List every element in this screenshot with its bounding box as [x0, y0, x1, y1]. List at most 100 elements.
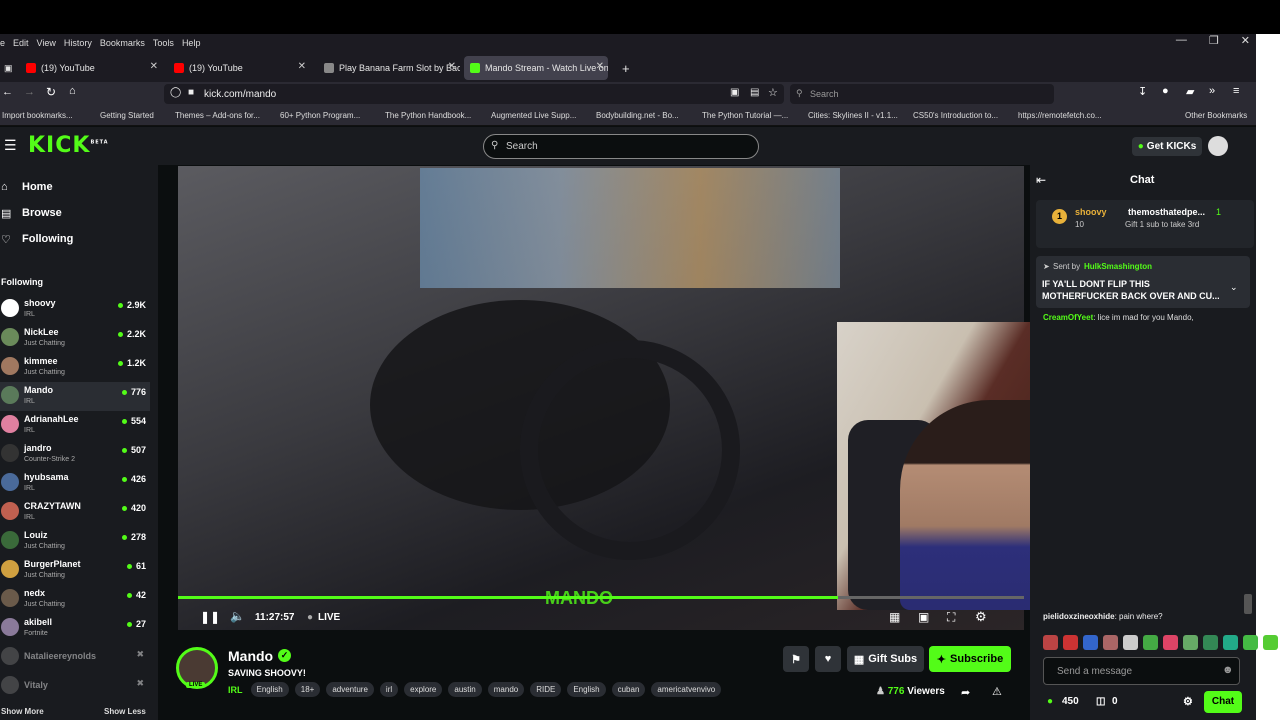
- emote-icon[interactable]: [1143, 635, 1158, 650]
- pause-icon[interactable]: ❚❚: [200, 610, 220, 624]
- nav-home[interactable]: Home: [22, 181, 53, 193]
- channel-item[interactable]: shoovy IRL 2.9K: [0, 295, 150, 324]
- get-kicks-button[interactable]: ● Get KICKs: [1132, 137, 1202, 156]
- gift-leaderboard[interactable]: 1 shoovy 10 themosthatedpe... 1 Gift 1 s…: [1036, 200, 1254, 248]
- tag[interactable]: English: [250, 682, 289, 697]
- channel-item[interactable]: kimmee Just Chatting 1.2K: [0, 353, 150, 382]
- channel-item[interactable]: nedx Just Chatting 42: [0, 585, 150, 614]
- points-balance[interactable]: 0: [1112, 696, 1118, 707]
- chat-scrollbar[interactable]: [1244, 594, 1252, 614]
- tab-youtube-1[interactable]: (19) YouTube ✕: [20, 56, 162, 80]
- tag[interactable]: explore: [404, 682, 443, 697]
- theater-mode-icon[interactable]: ▣: [918, 610, 929, 624]
- emote-icon[interactable]: [1263, 635, 1278, 650]
- category-link[interactable]: IRL: [228, 685, 243, 695]
- menu-file[interactable]: e: [0, 38, 5, 48]
- settings-icon[interactable]: ⚙: [975, 609, 987, 625]
- close-tab-icon[interactable]: ✕: [448, 61, 456, 72]
- channel-item[interactable]: hyubsama IRL 426: [0, 469, 150, 498]
- channel-item[interactable]: akibell Fortnite 27: [0, 614, 150, 643]
- emote-icon[interactable]: [1203, 635, 1218, 650]
- tag[interactable]: RIDE: [530, 682, 562, 697]
- download-icon[interactable]: ↧: [1138, 85, 1147, 98]
- channel-item[interactable]: Mando IRL 776: [0, 382, 150, 411]
- tag[interactable]: austin: [448, 682, 482, 697]
- emote-icon[interactable]: [1123, 635, 1138, 650]
- bookmark-item[interactable]: The Python Handbook...: [385, 111, 471, 120]
- emote-icon[interactable]: [1043, 635, 1058, 650]
- channel-item[interactable]: NickLee Just Chatting 2.2K: [0, 324, 150, 353]
- tag[interactable]: cuban: [611, 682, 646, 697]
- picture-icon[interactable]: ▣: [730, 87, 739, 98]
- subscribe-button[interactable]: ✦ Subscribe: [929, 646, 1011, 672]
- notification-bell-button[interactable]: ⚑: [783, 646, 809, 672]
- close-tab-icon[interactable]: ✕: [150, 61, 158, 72]
- menu-tools[interactable]: Tools: [153, 38, 174, 48]
- bookmark-item[interactable]: CS50's Introduction to...: [913, 111, 998, 120]
- pinned-message[interactable]: ➤ Sent by HulkSmashington IF YA'LL DONT …: [1036, 256, 1250, 308]
- clip-icon[interactable]: ▦: [889, 610, 900, 624]
- close-tab-icon[interactable]: ✕: [298, 61, 306, 72]
- channel-item-offline[interactable]: Vitaly ✖: [0, 672, 150, 701]
- tab-youtube-2[interactable]: (19) YouTube ✕: [168, 56, 310, 80]
- video-progress-track[interactable]: [838, 596, 1024, 599]
- chat-input[interactable]: Send a message ☻: [1043, 657, 1240, 685]
- channel-item[interactable]: jandro Counter-Strike 2 507: [0, 440, 150, 469]
- browser-search[interactable]: ⚲ Search: [790, 84, 1054, 104]
- reader-icon[interactable]: ▤: [750, 87, 759, 98]
- home-icon[interactable]: ⌂: [69, 85, 76, 97]
- fullscreen-icon[interactable]: ⛶: [947, 610, 955, 625]
- emote-icon[interactable]: [1243, 635, 1258, 650]
- live-indicator[interactable]: LIVE: [318, 612, 340, 623]
- collapse-chat-icon[interactable]: ⇤: [1036, 173, 1046, 187]
- account-icon[interactable]: ●: [1162, 85, 1169, 97]
- channel-item[interactable]: CRAZYTAWN IRL 420: [0, 498, 150, 527]
- overflow-icon[interactable]: »: [1209, 85, 1215, 97]
- emote-icon[interactable]: [1103, 635, 1118, 650]
- tag[interactable]: irl: [379, 682, 399, 697]
- reload-icon[interactable]: ↻: [46, 85, 56, 99]
- bookmark-item[interactable]: Augmented Live Supp...: [491, 111, 576, 120]
- kicks-balance[interactable]: 450: [1062, 696, 1079, 707]
- show-less-button[interactable]: Show Less: [104, 707, 146, 716]
- nav-browse[interactable]: Browse: [22, 207, 62, 219]
- menu-view[interactable]: View: [37, 38, 56, 48]
- show-more-button[interactable]: Show More: [1, 707, 44, 716]
- bookmark-item[interactable]: Import bookmarks...: [2, 111, 73, 120]
- emoji-icon[interactable]: ☻: [1222, 664, 1234, 676]
- tag[interactable]: adventure: [326, 682, 374, 697]
- bookmark-item[interactable]: Bodybuilding.net - Bo...: [596, 111, 679, 120]
- hamburger-icon[interactable]: ☰: [4, 137, 17, 154]
- minimize-icon[interactable]: —: [1176, 34, 1187, 47]
- bookmark-item[interactable]: Themes – Add-ons for...: [175, 111, 260, 120]
- tab-banana-farm[interactable]: Play Banana Farm Slot by Backs ✕: [318, 56, 460, 80]
- channel-item[interactable]: BurgerPlanet Just Chatting 61: [0, 556, 150, 585]
- tab-overflow-icon[interactable]: ▣: [0, 56, 13, 80]
- volume-icon[interactable]: 🔈: [230, 609, 245, 623]
- streamer-name[interactable]: Mando: [228, 648, 273, 664]
- close-tab-icon[interactable]: ✕: [596, 61, 604, 72]
- emote-icon[interactable]: [1083, 635, 1098, 650]
- video-progress-bar[interactable]: [178, 596, 838, 599]
- chevron-down-icon[interactable]: ⌄: [1230, 282, 1238, 293]
- emote-icon[interactable]: [1223, 635, 1238, 650]
- follow-button[interactable]: ♥: [815, 646, 841, 672]
- extensions-icon[interactable]: ▰: [1186, 85, 1194, 98]
- site-search-input[interactable]: ⚲ Search: [483, 134, 759, 159]
- new-tab-icon[interactable]: +: [616, 56, 634, 80]
- menu-icon[interactable]: ≡: [1233, 85, 1239, 97]
- forward-icon[interactable]: →: [24, 86, 35, 98]
- tag[interactable]: English: [567, 682, 606, 697]
- url-bar[interactable]: ◯ ■ kick.com/mando ▣ ▤ ☆: [164, 84, 784, 104]
- bookmark-item[interactable]: Cities: Skylines II - v1.1...: [808, 111, 898, 120]
- channel-item[interactable]: AdrianahLee IRL 554: [0, 411, 150, 440]
- menu-help[interactable]: Help: [182, 38, 201, 48]
- menu-edit[interactable]: Edit: [13, 38, 29, 48]
- channel-item[interactable]: Louiz Just Chatting 278: [0, 527, 150, 556]
- report-icon[interactable]: ⚠: [992, 685, 1002, 698]
- back-icon[interactable]: ←: [2, 86, 13, 98]
- star-icon[interactable]: ☆: [768, 86, 778, 99]
- tab-mando-stream[interactable]: Mando Stream - Watch Live on ✕: [464, 56, 608, 80]
- bookmark-item[interactable]: 60+ Python Program...: [280, 111, 360, 120]
- kick-logo[interactable]: KICKBETA: [28, 133, 109, 158]
